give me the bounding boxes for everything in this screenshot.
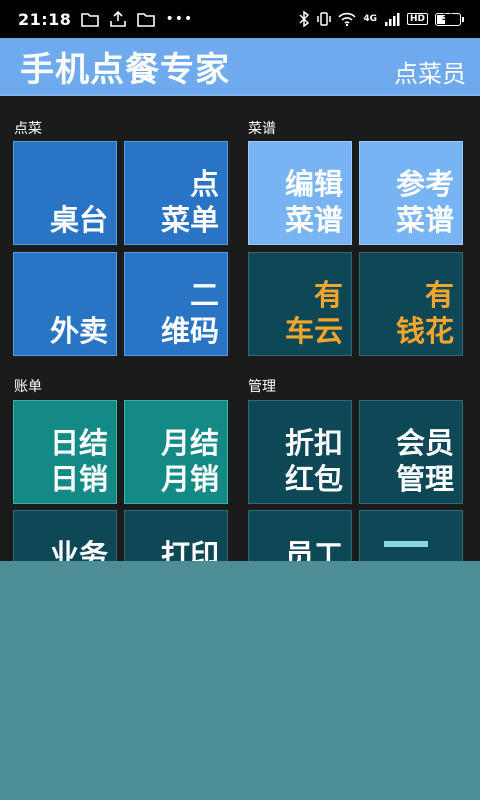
network-type: 4G [363,14,377,24]
folder-icon [81,13,100,27]
section-label-menu: 菜谱 [248,121,276,137]
bluetooth-icon [299,11,310,27]
tile-edit-menu[interactable]: 编辑 菜谱 [248,141,352,245]
section-label-bill: 账单 [14,379,42,395]
battery-level: 39 [441,12,455,23]
tile-reference-menu[interactable]: 参考 菜谱 [359,141,463,245]
title-bar: 手机点餐专家 点菜员 [0,38,480,96]
battery-icon: 39 [435,12,464,26]
role-label[interactable]: 点菜员 [394,54,466,89]
tile-order-list[interactable]: 点菜单 [124,141,228,245]
tile-monthly-settlement[interactable]: 月结 月销 [124,400,228,504]
upload-icon [110,11,127,27]
status-time: 21:18 [18,9,72,29]
wifi-icon [338,12,356,27]
more-icon: ••• [165,11,194,27]
tile-takeout[interactable]: 外卖 [13,252,117,356]
tile-car-cloud[interactable]: 有车云 [248,252,352,356]
section-label-manage: 管理 [248,379,276,395]
section-label-order: 点菜 [14,121,42,137]
tile-table[interactable]: 桌台 [13,141,117,245]
tile-daily-settlement[interactable]: 日结 日销 [13,400,117,504]
partial-glyph [384,541,428,547]
folder-icon [137,13,156,27]
status-right: 4G HD 39 [298,11,464,27]
status-bar: 21:18 ••• 4G HD 39 [0,0,480,38]
screen: 21:18 ••• 4G HD 39 手机点餐专家 点菜员 点菜 菜谱 账单 管… [0,0,480,800]
vibrate-icon [317,12,332,26]
signal-icon [384,13,400,26]
tile-member[interactable]: 会员 管理 [359,400,463,504]
tile-discount[interactable]: 折扣 红包 [248,400,352,504]
tile-qrcode[interactable]: 二维码 [124,252,228,356]
tile-money-flower[interactable]: 有钱花 [359,252,463,356]
status-left: 21:18 ••• [18,10,193,29]
app-title: 手机点餐专家 [20,49,230,90]
overlay-panel [0,561,480,800]
hd-badge: HD [406,13,428,25]
